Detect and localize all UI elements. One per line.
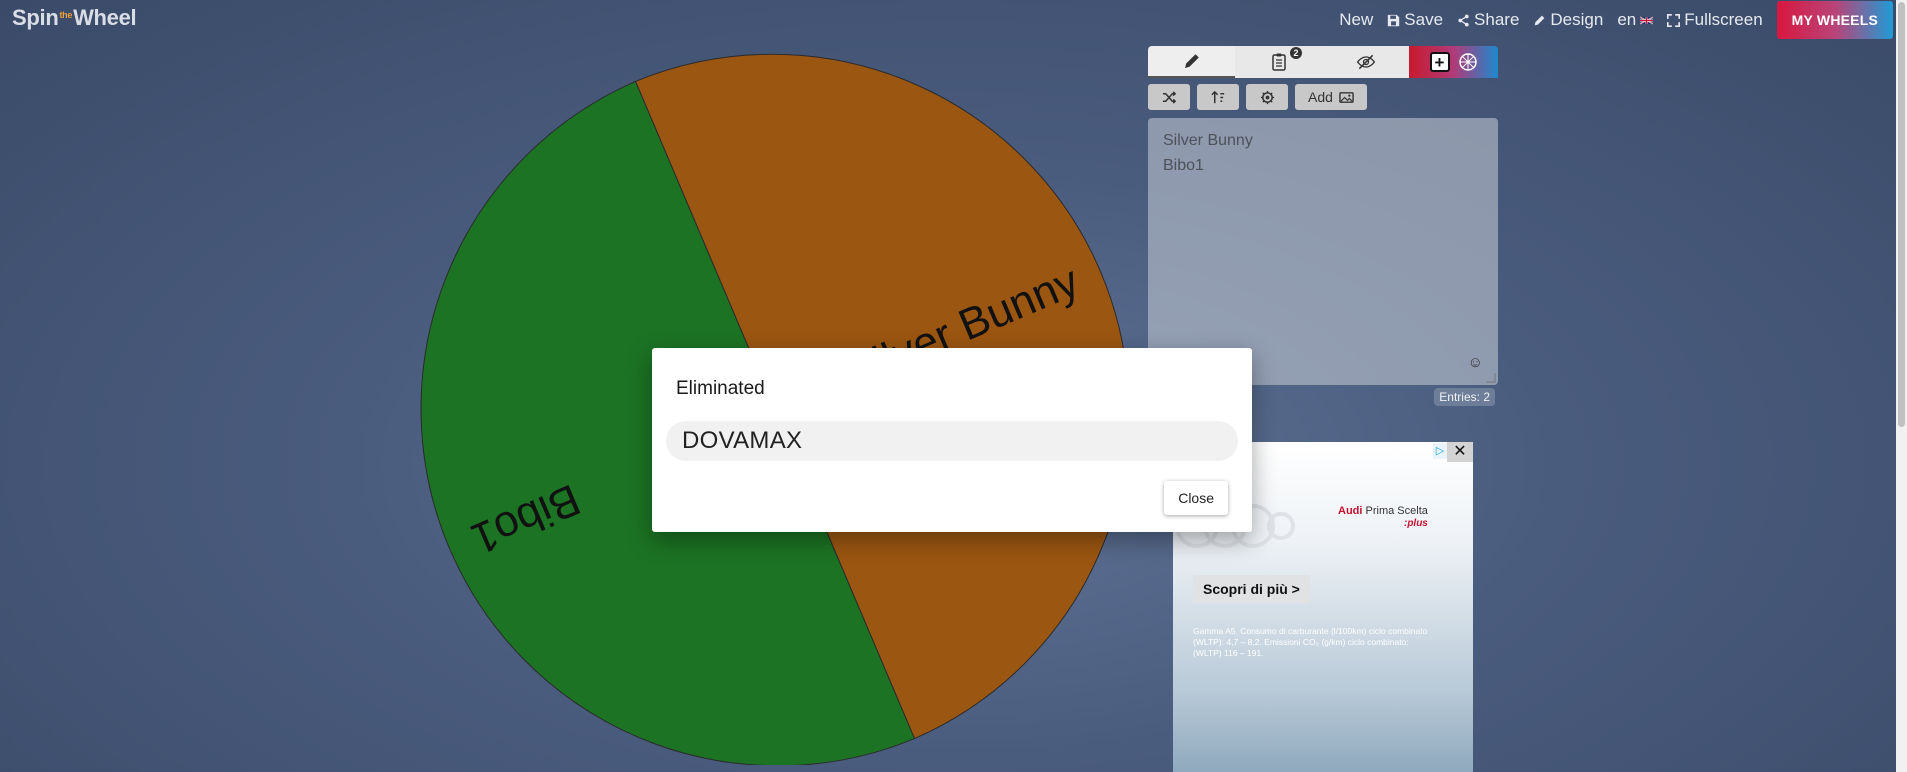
eliminated-entry-name: DOVAMAX	[666, 421, 1238, 461]
dialog-title: Eliminated	[676, 378, 765, 399]
modal-overlay: Eliminated DOVAMAX Close	[0, 0, 1907, 772]
close-button[interactable]: Close	[1164, 481, 1228, 515]
eliminated-dialog: Eliminated DOVAMAX Close	[652, 348, 1252, 532]
